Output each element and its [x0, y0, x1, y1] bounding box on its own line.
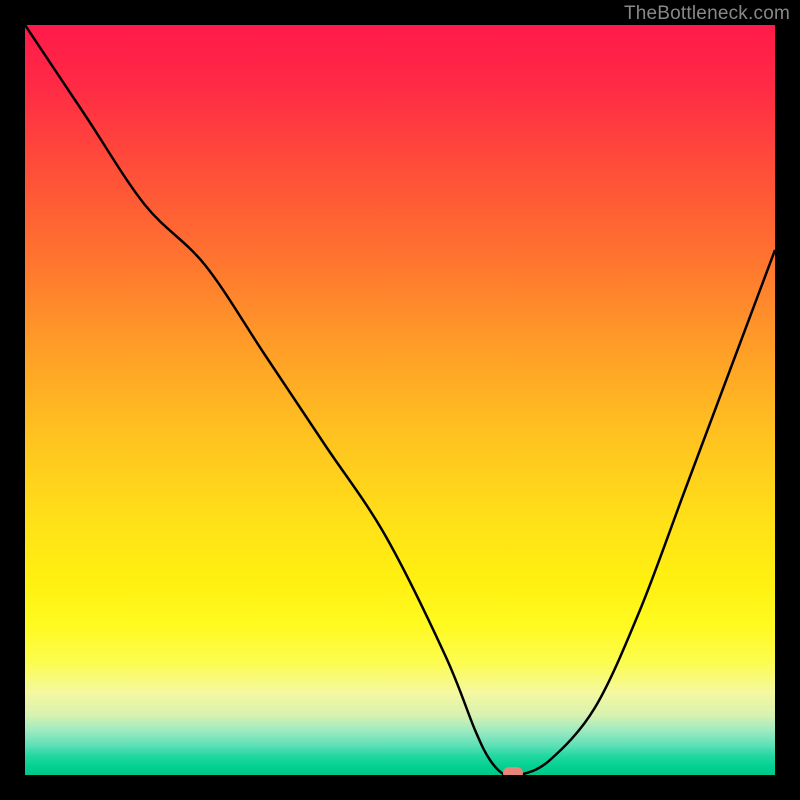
chart-frame: TheBottleneck.com	[0, 0, 800, 800]
optimal-point-marker	[503, 767, 523, 775]
bottleneck-curve	[25, 25, 775, 775]
watermark-text: TheBottleneck.com	[624, 3, 790, 25]
plot-area	[25, 25, 775, 775]
